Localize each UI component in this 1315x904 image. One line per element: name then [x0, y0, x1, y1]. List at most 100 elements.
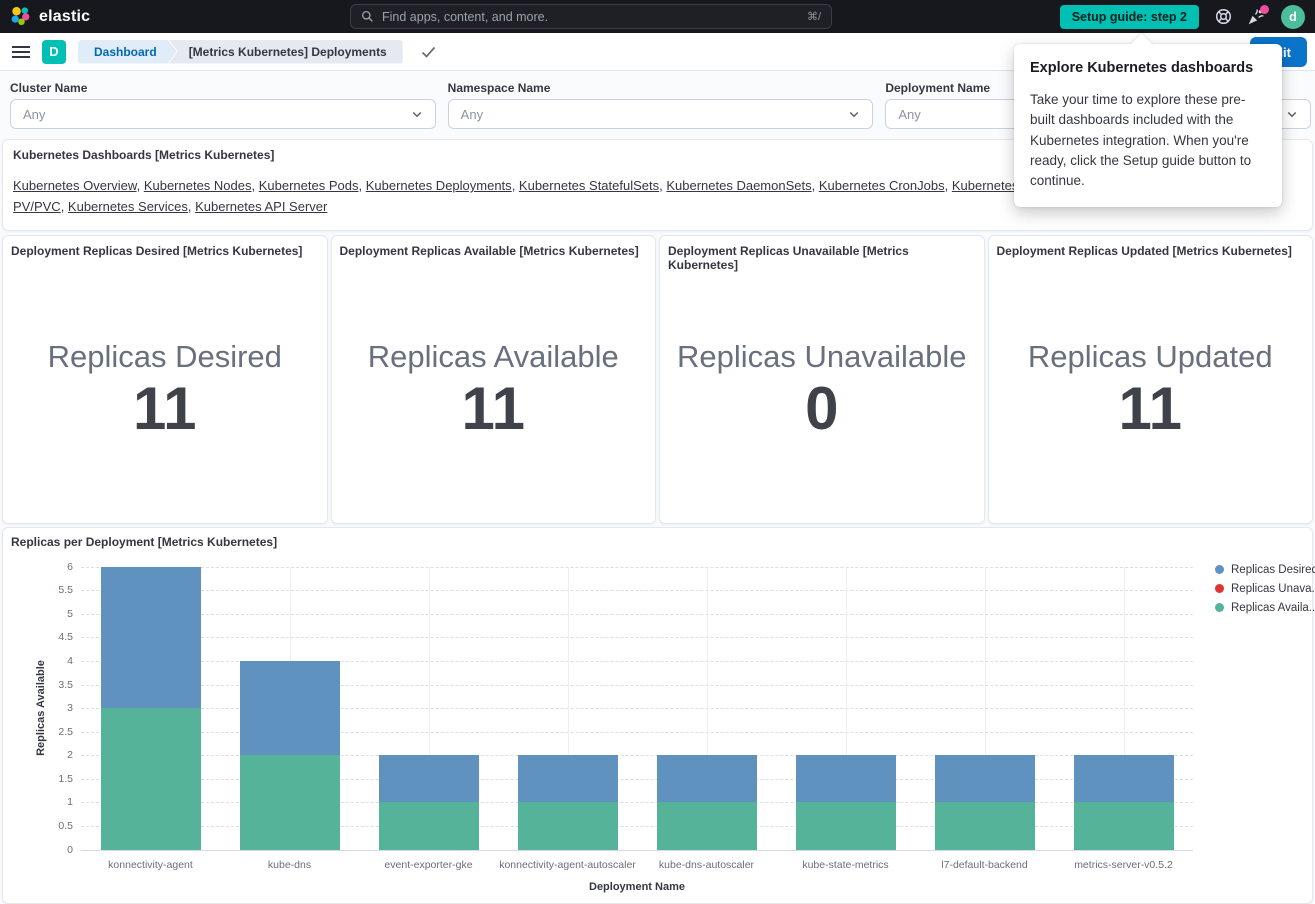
metric-value: 11	[133, 377, 196, 440]
gridline-horizontal	[81, 637, 1193, 638]
dashboard-link[interactable]: Kubernetes Deployments	[366, 178, 512, 193]
popover-body: Take your time to explore these pre-buil…	[1030, 90, 1266, 191]
x-tick-label: metrics-server-v0.5.2	[1054, 859, 1193, 871]
popover-title: Explore Kubernetes dashboards	[1030, 60, 1266, 76]
x-tick-label: konnectivity-agent-autoscaler	[498, 859, 637, 871]
metric-panel: Deployment Replicas Unavailable [Metrics…	[659, 235, 985, 524]
y-tick-label: 1	[29, 796, 73, 808]
metric-panel: Deployment Replicas Available [Metrics K…	[331, 235, 657, 524]
chevron-down-icon	[411, 108, 423, 120]
breadcrumb-dashboard[interactable]: Dashboard	[78, 40, 177, 64]
bar-segment	[518, 755, 618, 802]
chevron-down-icon	[1286, 108, 1298, 120]
y-tick-label: 1.5	[29, 773, 73, 785]
bar-segment	[935, 755, 1035, 802]
search-icon	[361, 10, 374, 23]
legend-dot-icon	[1215, 565, 1224, 574]
dashboard-link[interactable]: Kubernetes Overview	[13, 178, 137, 193]
gridline-horizontal	[81, 567, 1193, 568]
y-tick-label: 4.5	[29, 631, 73, 643]
bar-segment	[657, 755, 757, 802]
filter-select-namespace-name[interactable]: Any	[448, 99, 874, 129]
user-avatar[interactable]: d	[1281, 5, 1305, 29]
filter-select-cluster-name[interactable]: Any	[10, 99, 436, 129]
gridline-horizontal	[81, 614, 1193, 615]
menu-icon	[12, 45, 30, 59]
x-axis-line	[81, 850, 1193, 851]
metric-value: 0	[805, 377, 838, 440]
bar-segment	[240, 755, 340, 849]
dashboard-link[interactable]: Kubernetes StatefulSets	[519, 178, 659, 193]
x-tick-label: kube-state-metrics	[776, 859, 915, 871]
filter-value-cluster-name: Any	[23, 107, 411, 122]
chart-panel-title: Replicas per Deployment [Metrics Kuberne…	[11, 535, 277, 549]
legend-label: Replicas Desired	[1231, 564, 1315, 576]
y-tick-label: 6	[29, 561, 73, 573]
search-input[interactable]	[382, 10, 799, 24]
elastic-brand[interactable]: elastic	[10, 6, 90, 27]
dashboard-link[interactable]: Kubernetes Pods	[259, 178, 359, 193]
y-tick-label: 5	[29, 608, 73, 620]
metric-content: Replicas Available11	[332, 256, 656, 523]
legend-label: Replicas Availa...	[1231, 602, 1315, 614]
metric-panel: Deployment Replicas Desired [Metrics Kub…	[2, 235, 328, 524]
dashboard-link[interactable]: Kubernetes Nodes	[144, 178, 252, 193]
legend-dot-icon	[1215, 584, 1224, 593]
legend-label: Replicas Unava...	[1231, 583, 1315, 595]
y-axis-title: Replicas Available	[35, 660, 47, 756]
metric-label: Replicas Updated	[1028, 339, 1273, 375]
dashboard-link[interactable]: Kubernetes Services	[68, 199, 188, 214]
chart-panel: Replicas per Deployment [Metrics Kuberne…	[2, 527, 1313, 904]
x-tick-label: l7-default-backend	[915, 859, 1054, 871]
bar-segment	[796, 802, 896, 849]
notification-badge	[1260, 5, 1269, 14]
bar-segment	[518, 802, 618, 849]
breadcrumb-current-dashboard[interactable]: [Metrics Kubernetes] Deployments	[169, 40, 403, 64]
bar-segment	[379, 802, 479, 849]
legend-item[interactable]: Replicas Desired	[1215, 564, 1315, 576]
metric-label: Replicas Available	[368, 339, 619, 375]
bar-segment	[240, 661, 340, 755]
x-axis-title: Deployment Name	[81, 881, 1193, 893]
bar-segment	[796, 755, 896, 802]
dashboard-link[interactable]: Kubernetes CronJobs	[819, 178, 945, 193]
dashboard-link[interactable]: Kubernetes DaemonSets	[666, 178, 811, 193]
dashboard-app-badge[interactable]: D	[42, 40, 66, 64]
y-tick-label: 0	[29, 844, 73, 856]
global-search[interactable]: ⌘/	[350, 4, 832, 29]
menu-button[interactable]	[12, 45, 30, 59]
bar-segment	[657, 802, 757, 849]
metric-content: Replicas Unavailable0	[660, 256, 984, 523]
chevron-down-icon	[848, 108, 860, 120]
metric-content: Replicas Updated11	[989, 256, 1313, 523]
x-tick-label: kube-dns-autoscaler	[637, 859, 776, 871]
filter-namespace-name: Namespace Name Any	[448, 81, 874, 129]
legend-item[interactable]: Replicas Unava...	[1215, 583, 1315, 595]
setup-guide-button[interactable]: Setup guide: step 2	[1060, 5, 1199, 29]
elastic-logo-icon	[10, 6, 31, 27]
metric-panel: Deployment Replicas Updated [Metrics Kub…	[988, 235, 1314, 524]
legend-dot-icon	[1215, 603, 1224, 612]
metric-value: 11	[462, 377, 525, 440]
help-button[interactable]	[1215, 8, 1232, 25]
x-tick-label: kube-dns	[220, 859, 359, 871]
chart-legend: Replicas Desired Replicas Unava... Replica…	[1215, 564, 1315, 614]
saved-check-icon	[421, 46, 436, 58]
gridline-horizontal	[81, 590, 1193, 591]
filter-value-namespace-name: Any	[461, 107, 849, 122]
metric-value: 11	[1119, 377, 1182, 440]
bar-segment	[101, 567, 201, 709]
filter-cluster-name: Cluster NameAny	[10, 81, 436, 129]
bar-segment	[1074, 802, 1174, 849]
metrics-row: Deployment Replicas Desired [Metrics Kub…	[2, 235, 1313, 524]
y-tick-label: 5.5	[29, 584, 73, 596]
metric-content: Replicas Desired11	[3, 256, 327, 523]
x-tick-label: event-exporter-gke	[359, 859, 498, 871]
bar-segment	[379, 755, 479, 802]
legend-item[interactable]: Replicas Availa...	[1215, 602, 1315, 614]
bar-segment	[935, 802, 1035, 849]
tour-popover: Explore Kubernetes dashboards Take your …	[1014, 44, 1282, 207]
dashboard-link[interactable]: Kubernetes API Server	[195, 199, 327, 214]
filter-label-namespace-name: Namespace Name	[448, 81, 874, 95]
newsfeed-button[interactable]	[1248, 8, 1265, 25]
